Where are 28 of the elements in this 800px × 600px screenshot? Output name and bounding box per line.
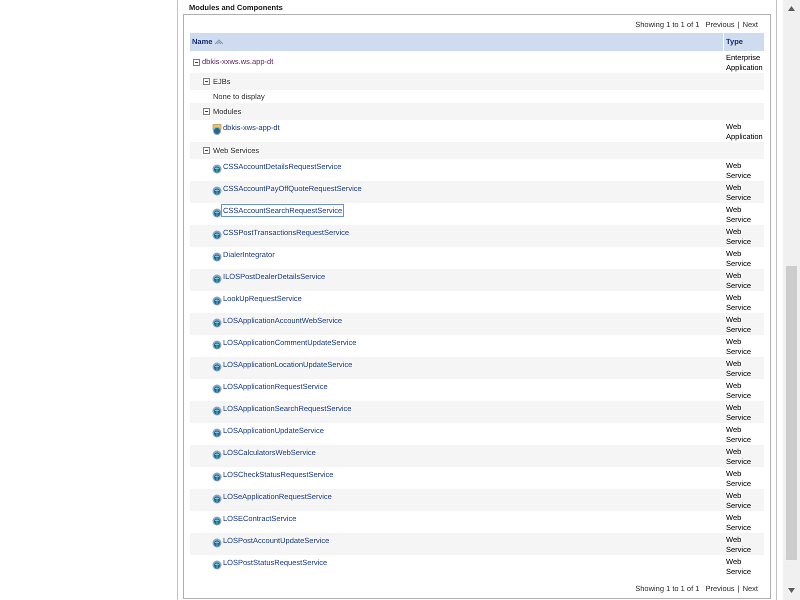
- globe-icon: [212, 164, 222, 174]
- globe-icon: [212, 340, 222, 350]
- globe-icon: [212, 252, 222, 262]
- scroll-down-icon[interactable]: [788, 588, 795, 593]
- globe-icon: [212, 208, 222, 218]
- collapse-icon[interactable]: [193, 58, 200, 66]
- collapse-icon[interactable]: [203, 108, 210, 115]
- scroll-up-icon[interactable]: [788, 6, 795, 11]
- globe-icon: [212, 560, 222, 570]
- module-icon: [212, 124, 222, 135]
- collapse-icon[interactable]: [203, 147, 210, 154]
- globe-icon: [212, 318, 222, 328]
- globe-icon: [212, 274, 222, 284]
- globe-icon: [212, 230, 222, 240]
- globe-icon: [212, 296, 222, 306]
- globe-icon: [212, 516, 222, 526]
- collapse-icon[interactable]: [203, 78, 210, 85]
- globe-icon: [212, 538, 222, 548]
- globe-icon: [212, 362, 222, 372]
- globe-icon: [212, 472, 222, 482]
- scrollbar[interactable]: [783, 0, 800, 600]
- globe-icon: [212, 406, 222, 416]
- globe-icon: [212, 450, 222, 460]
- globe-icon: [212, 494, 222, 504]
- globe-icon: [212, 384, 222, 394]
- globe-icon: [212, 186, 222, 196]
- globe-icon: [212, 428, 222, 438]
- scrollbar-thumb[interactable]: [786, 266, 797, 560]
